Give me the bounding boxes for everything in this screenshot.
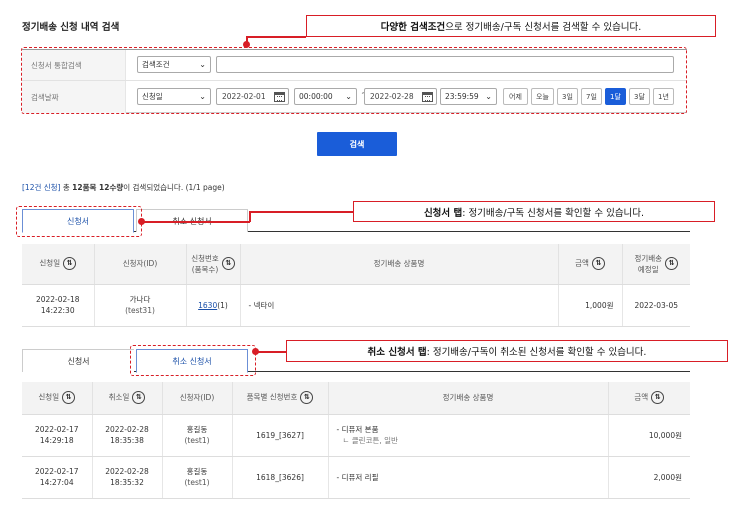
col-header-number[interactable]: 품목별 신청번호 ⇅ <box>232 382 329 415</box>
col-header-product: 정기배송 상품명 <box>240 244 559 285</box>
header-label: 신청일 <box>38 392 60 402</box>
search-highlight-box <box>21 47 687 114</box>
table-row: 2022-02-17 14:29:18 2022-02-28 18:35:38 홍길… <box>22 414 690 457</box>
result-bold: 12품목 12수량 <box>72 183 124 192</box>
product-option: ㄴ 클린코튼, 일반 <box>342 436 398 445</box>
sort-updown-icon[interactable]: ⇅ <box>132 391 146 405</box>
col-header-amount[interactable]: 금액 ⇅ <box>608 382 690 415</box>
orders-callout-text: : 정기배송/구독 신청서를 확인할 수 있습니다. <box>462 207 645 219</box>
result-count: [12건 신청] <box>22 183 61 192</box>
col-header-applicant: 신청자(ID) <box>162 382 233 415</box>
sort-updown-icon[interactable]: ⇅ <box>63 257 77 271</box>
result-rest: 이 검색되었습니다. (1/1 page) <box>123 183 225 192</box>
col-header-amount[interactable]: 금액 ⇅ <box>558 244 623 285</box>
cell-amount: 2,000원 <box>608 456 690 499</box>
cell-product: - 넥타이 <box>240 284 559 327</box>
table-header-row: 신청일 ⇅ 신청자(ID) 신청번호 (품목수)⇅ 정기배송 상품명 금액 ⇅ 정기배… <box>22 244 690 285</box>
col-header-date[interactable]: 신청일 ⇅ <box>22 382 93 415</box>
header-label: (품목수) <box>191 264 219 274</box>
table-row: 2022-02-17 14:27:04 2022-02-28 18:35:32 홍길… <box>22 456 690 499</box>
cell-product: - 디퓨저 리필 <box>328 456 609 499</box>
sort-updown-icon[interactable]: ⇅ <box>591 257 605 271</box>
callout-connector <box>246 36 306 38</box>
sort-updown-icon[interactable]: ⇅ <box>62 391 76 405</box>
orders-tab-highlight-box <box>16 206 142 237</box>
result-middle: 총 <box>60 183 73 192</box>
header-label: 취소일 <box>108 392 130 402</box>
cell-number: 1630(1) <box>186 284 241 327</box>
tab-orders[interactable]: 신청서 <box>22 349 134 372</box>
cell-cancel-date: 2022-02-28 18:35:32 <box>92 456 163 499</box>
sort-updown-icon[interactable]: ⇅ <box>300 391 314 405</box>
sort-updown-icon[interactable]: ⇅ <box>651 391 665 405</box>
cell-scheduled: 2022-03-05 <box>622 284 690 327</box>
sort-updown-icon[interactable]: ⇅ <box>665 257 679 271</box>
cell-date: 2022-02-18 14:22:30 <box>22 284 95 327</box>
callout-connector <box>249 211 251 222</box>
cell-amount: 10,000원 <box>608 414 690 457</box>
cell-cancel-date: 2022-02-28 18:35:38 <box>92 414 163 457</box>
col-header-date[interactable]: 신청일 ⇅ <box>22 244 95 285</box>
order-number-link[interactable]: 1630 <box>198 301 217 310</box>
orders-tab-callout: 신청서 탭 : 정기배송/구독 신청서를 확인할 수 있습니다. <box>353 201 715 222</box>
search-button[interactable]: 검색 <box>317 132 397 156</box>
table-row: 2022-02-18 14:22:30 가나다 (test31) 1630(1) -… <box>22 284 690 327</box>
cell-product: - 디퓨저 본품 ㄴ 클린코튼, 일반 <box>328 414 609 457</box>
col-header-applicant: 신청자(ID) <box>94 244 187 285</box>
header-label: 품목별 신청번호 <box>246 392 298 402</box>
table-header-row: 신청일 ⇅ 취소일 ⇅ 신청자(ID) 품목별 신청번호 ⇅ 정기배송 상품명 금액 ⇅ <box>22 382 690 415</box>
result-summary: [12건 신청] 총 12품목 12수량이 검색되었습니다. (1/1 page… <box>22 182 225 193</box>
cancelled-callout-text: : 정기배송/구독이 취소된 신청서를 확인할 수 있습니다. <box>426 347 647 358</box>
cell-date: 2022-02-17 14:29:18 <box>22 414 93 457</box>
orders-table: 신청일 ⇅ 신청자(ID) 신청번호 (품목수)⇅ 정기배송 상품명 금액 ⇅ 정기배… <box>22 244 690 327</box>
col-header-product: 정기배송 상품명 <box>328 382 609 415</box>
search-callout: 다양한 검색조건 으로 정기배송/구독 신청서를 검색할 수 있습니다. <box>306 15 716 37</box>
page-title: 정기배송 신청 내역 검색 <box>22 22 120 33</box>
callout-connector <box>142 221 250 223</box>
col-header-scheduled[interactable]: 정기배송 예정일 ⇅ <box>622 244 690 285</box>
cell-applicant: 홍길동 (test1) <box>162 414 233 457</box>
search-callout-bold: 다양한 검색조건 <box>380 22 446 33</box>
col-header-number[interactable]: 신청번호 (품목수)⇅ <box>186 244 241 285</box>
cell-number: 1618_[3626] <box>232 456 329 499</box>
cell-number: 1619_[3627] <box>232 414 329 457</box>
header-label: 신청일 <box>39 258 61 268</box>
col-header-cancel-date[interactable]: 취소일 ⇅ <box>92 382 163 415</box>
cell-amount: 1,000원 <box>558 284 623 327</box>
callout-connector <box>249 211 353 213</box>
cancelled-tab-highlight-box <box>130 345 256 376</box>
cancelled-table: 신청일 ⇅ 취소일 ⇅ 신청자(ID) 품목별 신청번호 ⇅ 정기배송 상품명 금액 ⇅… <box>22 382 690 499</box>
cell-applicant: 가나다 (test31) <box>94 284 187 327</box>
sort-updown-icon[interactable]: ⇅ <box>221 257 235 271</box>
cell-date: 2022-02-17 14:27:04 <box>22 456 93 499</box>
cell-applicant: 홍길동 (test1) <box>162 456 233 499</box>
header-label: 예정일 <box>637 264 659 274</box>
header-label: 신청번호 <box>191 253 219 263</box>
search-callout-text: 으로 정기배송/구독 신청서를 검색할 수 있습니다. <box>445 22 642 33</box>
callout-connector <box>256 351 286 353</box>
header-label: 금액 <box>634 392 649 402</box>
header-label: 금액 <box>575 258 589 268</box>
cancelled-callout-bold: 취소 신청서 탭 <box>367 347 427 358</box>
header-label: 정기배송 <box>634 253 663 263</box>
cancelled-tab-callout: 취소 신청서 탭 : 정기배송/구독이 취소된 신청서를 확인할 수 있습니다. <box>286 340 728 362</box>
orders-callout-bold: 신청서 탭 <box>423 207 463 219</box>
